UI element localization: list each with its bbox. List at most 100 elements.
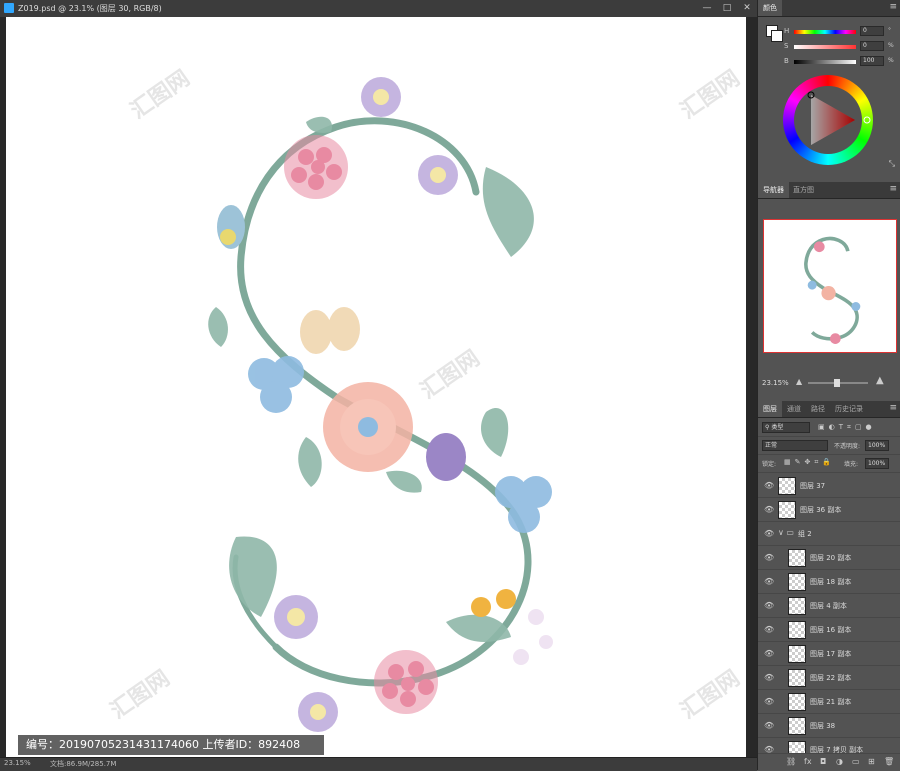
layer-name: 图层 17 副本 xyxy=(810,650,852,658)
status-zoom: 23.15% xyxy=(4,759,31,767)
layer-name: 图层 20 副本 xyxy=(810,554,852,562)
saturation-value[interactable]: 0 xyxy=(860,41,884,51)
minimize-button[interactable]: — xyxy=(701,2,713,14)
layer-row[interactable]: 👁 图层 17 副本 xyxy=(758,642,900,666)
tab-channels[interactable]: 通道 xyxy=(782,401,806,417)
layer-row[interactable]: 👁 图层 16 副本 xyxy=(758,618,900,642)
tab-history[interactable]: 历史记录 xyxy=(830,401,868,417)
document-title: Z019.psd @ 23.1% (图层 30, RGB/8) xyxy=(18,4,162,13)
layer-name: 图层 22 副本 xyxy=(810,674,852,682)
layer-row[interactable]: 👁 图层 36 副本 xyxy=(758,498,900,522)
layer-thumbnail xyxy=(788,549,806,567)
layer-filter-icons[interactable]: ▣◐T⌗▢● xyxy=(818,423,876,432)
close-button[interactable]: ✕ xyxy=(741,2,753,14)
color-panel-tabs: 颜色 ≡ xyxy=(758,0,900,17)
layer-row[interactable]: 👁 图层 20 副本 xyxy=(758,546,900,570)
fx-icon[interactable]: fx xyxy=(804,757,812,766)
layer-thumbnail xyxy=(788,693,806,711)
document-tab[interactable]: Z019.psd @ 23.1% (图层 30, RGB/8) — □ ✕ xyxy=(0,0,757,18)
layer-row[interactable]: 👁 图层 4 副本 xyxy=(758,594,900,618)
visibility-eye-icon[interactable]: 👁 xyxy=(764,577,774,586)
lock-fill-row: 锁定: ▦✎✥⌗🔒 填充: 100% xyxy=(758,456,900,473)
adjustment-icon[interactable]: ◑ xyxy=(836,757,843,766)
layer-name: 图层 37 xyxy=(800,482,826,490)
visibility-eye-icon[interactable]: 👁 xyxy=(764,697,774,706)
layer-row[interactable]: 👁 图层 38 xyxy=(758,714,900,738)
navigator-panel-tabs: 导航器 直方图 ≡ xyxy=(758,182,900,199)
layer-name: 组 2 xyxy=(798,530,812,538)
layer-row[interactable]: 👁 图层 22 副本 xyxy=(758,666,900,690)
layer-thumbnail xyxy=(778,477,796,495)
lock-label: 锁定: xyxy=(762,461,777,468)
opacity-label: 不透明度: xyxy=(834,443,861,450)
navigator-zoom[interactable]: 23.15% xyxy=(762,379,789,387)
blend-mode-select[interactable]: 正常 xyxy=(762,440,828,451)
photoshop-file-icon xyxy=(4,3,14,13)
layer-name: 图层 21 副本 xyxy=(810,698,852,706)
layer-thumbnail xyxy=(788,597,806,615)
folder-icon[interactable]: ∨ ▭ xyxy=(778,528,794,537)
color-panel: H 0 ° S 0 % B 100 % ⤡ xyxy=(758,17,900,182)
layers-panel-tabs: 图层 通道 路径 历史记录 ≡ xyxy=(758,401,900,418)
watermark-id-banner: 编号：20190705231431174060 上传者ID：892408 xyxy=(18,735,324,755)
layer-thumbnail xyxy=(788,645,806,663)
panel-menu-icon[interactable]: ≡ xyxy=(889,403,897,413)
zoom-in-icon[interactable]: ▲ xyxy=(876,375,884,386)
layer-group-row[interactable]: 👁 ∨ ▭ 组 2 xyxy=(758,522,900,546)
tab-navigator[interactable]: 导航器 xyxy=(758,182,789,198)
link-icon[interactable]: ⛓ xyxy=(786,757,796,766)
tab-color[interactable]: 颜色 xyxy=(758,0,782,16)
layer-name: 图层 36 副本 xyxy=(800,506,842,514)
color-wheel[interactable] xyxy=(783,75,873,165)
floral-letter-s-artwork xyxy=(208,77,553,732)
layer-thumbnail xyxy=(788,573,806,591)
color-triangle[interactable] xyxy=(783,75,873,165)
visibility-eye-icon[interactable]: 👁 xyxy=(764,649,774,658)
layer-row[interactable]: 👁 图层 37 xyxy=(758,474,900,498)
visibility-eye-icon[interactable]: 👁 xyxy=(764,481,774,490)
visibility-eye-icon[interactable]: 👁 xyxy=(764,721,774,730)
panel-menu-icon[interactable]: ≡ xyxy=(889,184,897,194)
layer-thumbnail xyxy=(778,501,796,519)
resize-icon[interactable]: ⤡ xyxy=(889,159,895,169)
mask-icon[interactable]: ◘ xyxy=(820,757,826,766)
layer-name: 图层 4 副本 xyxy=(810,602,847,610)
tab-layers[interactable]: 图层 xyxy=(758,401,782,417)
visibility-eye-icon[interactable]: 👁 xyxy=(764,553,774,562)
layer-thumbnail xyxy=(788,621,806,639)
navigator-panel: 23.15% ▲ ▲ xyxy=(758,199,900,394)
panel-menu-icon[interactable]: ≡ xyxy=(889,2,897,12)
tab-histogram[interactable]: 直方图 xyxy=(788,182,819,198)
layer-row[interactable]: 👁 图层 21 副本 xyxy=(758,690,900,714)
layer-filter-select[interactable]: ⚲ 类型 xyxy=(762,422,810,433)
visibility-eye-icon[interactable]: 👁 xyxy=(764,673,774,682)
canvas-area[interactable]: 汇图网 汇图网 汇图网 汇图网 汇图网 编号：20190705231431174… xyxy=(0,17,757,757)
navigator-preview[interactable] xyxy=(763,219,897,353)
maximize-button[interactable]: □ xyxy=(721,2,733,14)
zoom-out-icon[interactable]: ▲ xyxy=(796,377,802,386)
hue-value[interactable]: 0 xyxy=(860,26,884,36)
background-color-swatch[interactable] xyxy=(771,30,783,42)
visibility-eye-icon[interactable]: 👁 xyxy=(764,601,774,610)
lock-icons[interactable]: ▦✎✥⌗🔒 xyxy=(784,458,835,467)
new-layer-icon[interactable]: ⊞ xyxy=(868,757,875,766)
status-doc-size: 文档:86.9M/285.7M xyxy=(50,760,117,768)
trash-icon[interactable]: 🗑 xyxy=(884,757,894,766)
document-window: Z019.psd @ 23.1% (图层 30, RGB/8) — □ ✕ 汇图… xyxy=(0,0,757,771)
fill-field[interactable]: 100% xyxy=(865,458,889,469)
visibility-eye-icon[interactable]: 👁 xyxy=(764,625,774,634)
canvas[interactable]: 汇图网 汇图网 汇图网 汇图网 汇图网 编号：20190705231431174… xyxy=(6,17,746,757)
brightness-value[interactable]: 100 xyxy=(860,56,884,66)
document-status-bar: 23.15% 文档:86.9M/285.7M xyxy=(0,757,757,771)
layer-list: 👁 图层 37 👁 图层 36 副本 👁 ∨ ▭ 组 2 👁 图层 20 副本 👁 图层 18 副本… xyxy=(758,474,900,762)
zoom-slider[interactable] xyxy=(808,379,868,387)
visibility-eye-icon[interactable]: 👁 xyxy=(764,505,774,514)
layer-row[interactable]: 👁 图层 18 副本 xyxy=(758,570,900,594)
folder-icon[interactable]: ▭ xyxy=(852,757,860,766)
visibility-eye-icon[interactable]: 👁 xyxy=(764,529,774,538)
layers-footer: ⛓ fx ◘ ◑ ▭ ⊞ 🗑 xyxy=(758,753,900,771)
tab-paths[interactable]: 路径 xyxy=(806,401,830,417)
blend-opacity-row: 正常 不透明度: 100% xyxy=(758,438,900,455)
opacity-field[interactable]: 100% xyxy=(865,440,889,451)
navigator-thumbnail xyxy=(804,236,861,344)
